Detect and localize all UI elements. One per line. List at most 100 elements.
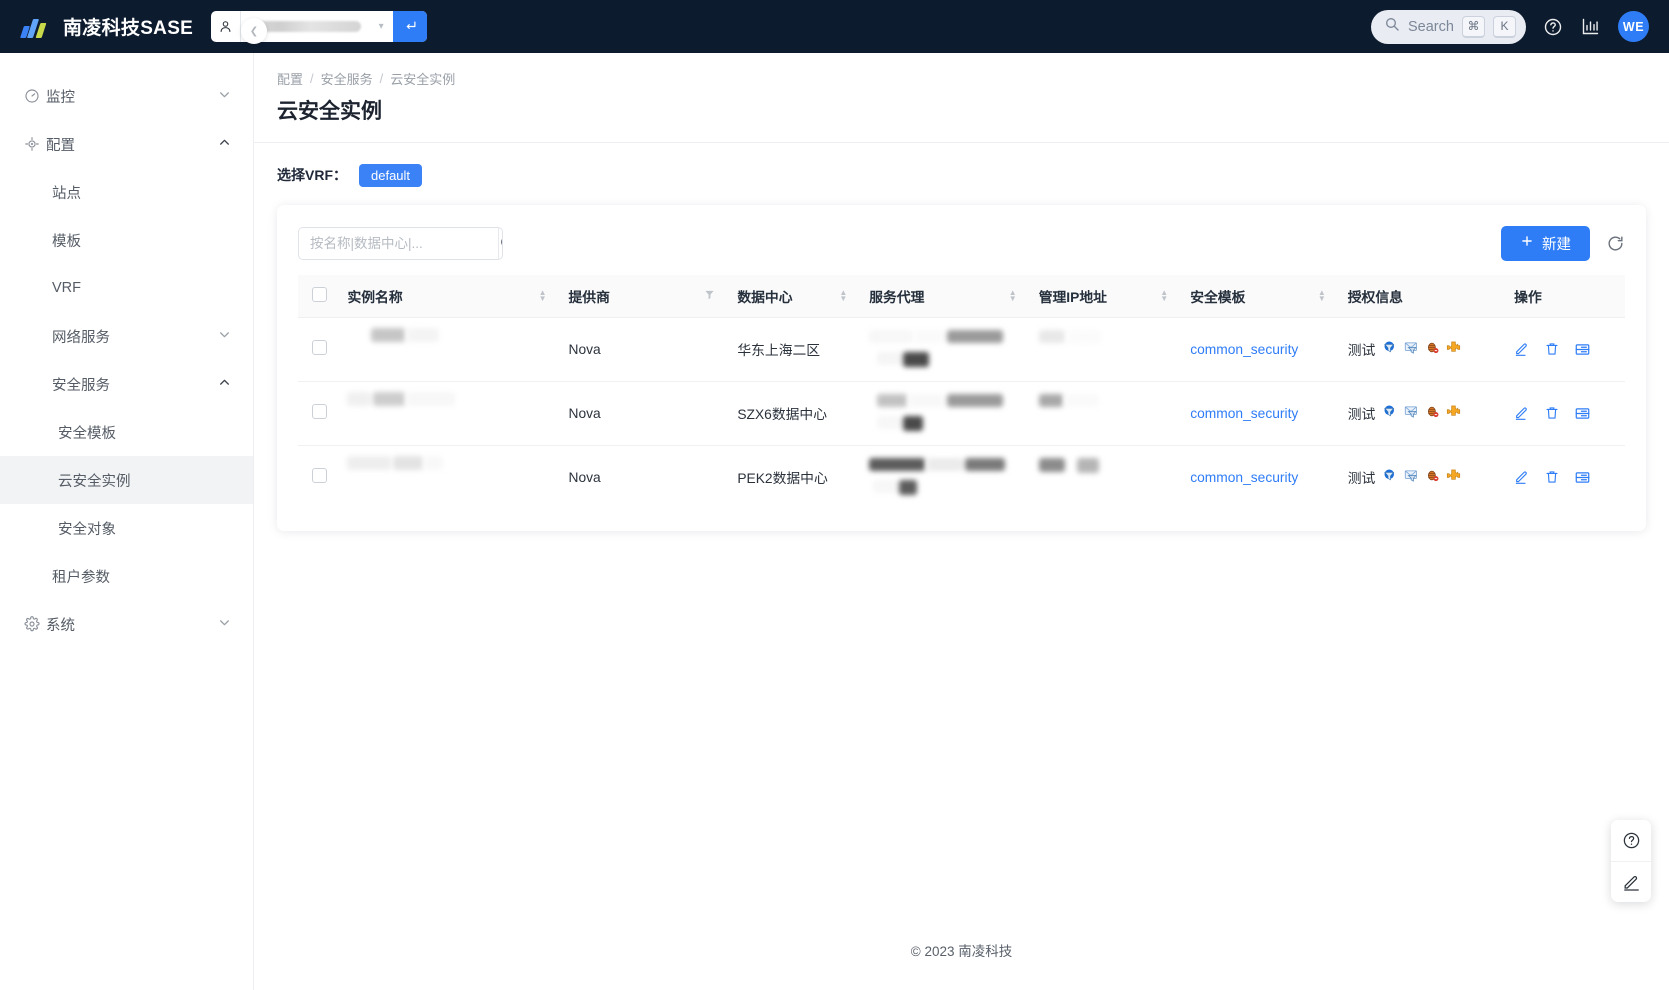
sidebar-item-5[interactable]: 网络服务 [0, 312, 253, 360]
redacted-service-proxy [869, 456, 1026, 498]
bar-chart-icon[interactable] [1580, 16, 1601, 37]
edit-icon[interactable] [1514, 469, 1530, 485]
sidebar-item-8[interactable]: 云安全实例 [0, 456, 253, 504]
checkbox-icon[interactable] [312, 286, 327, 302]
sort-toggle-icon[interactable]: ▲ ▼ [539, 288, 547, 302]
breadcrumb-item-1[interactable]: 安全服务 [321, 69, 373, 88]
breadcrumb-item-2[interactable]: 云安全实例 [390, 69, 455, 88]
sidebar-item-6[interactable]: 安全服务 [0, 360, 253, 408]
column-header-2[interactable]: 数据中心 ▲ ▼ [725, 275, 858, 318]
sidebar-item-2[interactable]: 站点 [0, 168, 253, 216]
table-head: 实例名称 ▲ ▼ 提供商 数据中心 ▲ ▼ 服务代理 ▲ ▼ 管理IP地址 ▲ ▼ 安全模板 ▲ ▼ 授权信息 操… [298, 275, 1625, 318]
security-template-link[interactable]: common_security [1190, 406, 1298, 421]
edit-icon[interactable] [1514, 341, 1530, 357]
detail-list-icon[interactable] [1574, 341, 1591, 358]
select-all-header[interactable] [298, 275, 336, 318]
sidebar-item-4[interactable]: VRF [0, 264, 253, 312]
globe-filter-icon[interactable] [1383, 468, 1398, 486]
cell-security-template[interactable]: common_security [1178, 381, 1336, 446]
sidebar-item-1[interactable]: 配置 [0, 120, 253, 168]
column-header-7[interactable]: 操作 [1502, 275, 1625, 318]
search-label: Search [1408, 18, 1454, 35]
new-instance-button[interactable]: 新建 [1501, 225, 1590, 261]
globe-filter-icon[interactable] [1383, 340, 1398, 358]
brand[interactable]: 南凌科技SASE [20, 13, 193, 40]
column-header-4[interactable]: 管理IP地址 ▲ ▼ [1026, 275, 1179, 318]
puzzle-icon[interactable] [1446, 404, 1461, 422]
chevron-down-icon[interactable] [218, 328, 231, 344]
table-row[interactable]: Nova PEK2数据中心 common_security 测试 [298, 445, 1625, 509]
chevron-up-icon[interactable] [218, 136, 231, 152]
puzzle-icon[interactable] [1446, 468, 1461, 486]
chevron-down-icon[interactable]: ▾ [369, 11, 393, 42]
column-header-1[interactable]: 提供商 [556, 275, 726, 318]
detail-list-icon[interactable] [1574, 405, 1591, 422]
cell-datacenter: 华东上海二区 [725, 317, 858, 382]
sidebar-item-10[interactable]: 租户参数 [0, 552, 253, 600]
table-search[interactable] [298, 226, 503, 260]
mail-filter-icon[interactable] [1404, 404, 1419, 422]
column-header-6[interactable]: 授权信息 [1335, 275, 1503, 318]
sidebar-item-0[interactable]: 监控 [0, 72, 253, 120]
column-header-0[interactable]: 实例名称 ▲ ▼ [335, 275, 557, 318]
sort-toggle-icon[interactable]: ▲ ▼ [1318, 288, 1326, 302]
globe-filter-icon[interactable] [1383, 404, 1398, 422]
chevron-up-icon[interactable] [218, 376, 231, 392]
feedback-button[interactable] [1611, 861, 1651, 902]
filter-icon[interactable] [704, 288, 715, 303]
cell-security-template[interactable]: common_security [1178, 445, 1336, 509]
column-header-3[interactable]: 服务代理 ▲ ▼ [857, 275, 1027, 318]
global-search-button[interactable]: Search ⌘ K [1371, 9, 1526, 44]
sidebar-item-11[interactable]: 系统 [0, 600, 253, 648]
sidebar-item-9[interactable]: 安全对象 [0, 504, 253, 552]
table-row[interactable]: Nova 华东上海二区 common_security 测试 [298, 317, 1625, 382]
sidebar-item-7[interactable]: 安全模板 [0, 408, 253, 456]
checkbox-icon[interactable] [312, 340, 327, 355]
search-icon[interactable] [498, 227, 502, 259]
bug-icon[interactable] [1425, 340, 1440, 358]
security-template-link[interactable]: common_security [1190, 470, 1298, 485]
checkbox-icon[interactable] [312, 468, 327, 484]
redacted-block [1038, 394, 1063, 407]
row-select-cell[interactable] [298, 317, 336, 382]
mail-filter-icon[interactable] [1404, 340, 1419, 358]
cell-instance-name[interactable] [335, 445, 556, 509]
bug-icon[interactable] [1425, 404, 1440, 422]
search-input[interactable] [299, 227, 498, 259]
security-template-link[interactable]: common_security [1190, 342, 1298, 357]
puzzle-icon[interactable] [1446, 340, 1461, 358]
cell-instance-name[interactable] [335, 381, 557, 446]
chevron-down-icon[interactable] [218, 616, 231, 632]
sort-toggle-icon[interactable]: ▲ ▼ [1009, 288, 1017, 302]
cell-instance-name[interactable] [335, 317, 557, 382]
delete-icon[interactable] [1544, 405, 1560, 421]
redacted-block [347, 392, 372, 406]
detail-list-icon[interactable] [1574, 469, 1591, 486]
footer: © 2023 南凌科技 [910, 944, 1013, 959]
edit-icon[interactable] [1514, 405, 1530, 421]
bug-icon[interactable] [1425, 468, 1440, 486]
row-select-cell[interactable] [298, 381, 336, 446]
sort-toggle-icon[interactable]: ▲ ▼ [1160, 288, 1168, 302]
auth-label: 测试 [1347, 343, 1376, 358]
checkbox-icon[interactable] [312, 404, 327, 419]
table-row[interactable]: Nova SZX6数据中心 common_security 测试 [298, 381, 1625, 446]
vrf-selected-tag[interactable]: default [359, 163, 423, 187]
cell-security-template[interactable]: common_security [1178, 317, 1336, 382]
refresh-icon[interactable] [1606, 234, 1625, 253]
chevron-down-icon[interactable] [218, 88, 231, 104]
mail-filter-icon[interactable] [1404, 468, 1419, 486]
avatar[interactable]: WE [1618, 11, 1649, 42]
breadcrumb-item-0[interactable]: 配置 [277, 69, 303, 88]
question-circle-icon[interactable] [1543, 17, 1563, 37]
help-button[interactable] [1611, 820, 1651, 861]
sidebar-item-3[interactable]: 模板 [0, 216, 253, 264]
sidebar-item-label: 租户参数 [52, 569, 110, 586]
column-header-5[interactable]: 安全模板 ▲ ▼ [1178, 275, 1336, 318]
row-select-cell[interactable] [298, 445, 335, 509]
delete-icon[interactable] [1544, 341, 1560, 357]
sort-toggle-icon[interactable]: ▲ ▼ [839, 288, 847, 302]
enter-arrow-icon[interactable] [393, 11, 428, 42]
delete-icon[interactable] [1544, 469, 1560, 485]
sidebar-collapse-button[interactable]: ❮ [241, 18, 267, 44]
